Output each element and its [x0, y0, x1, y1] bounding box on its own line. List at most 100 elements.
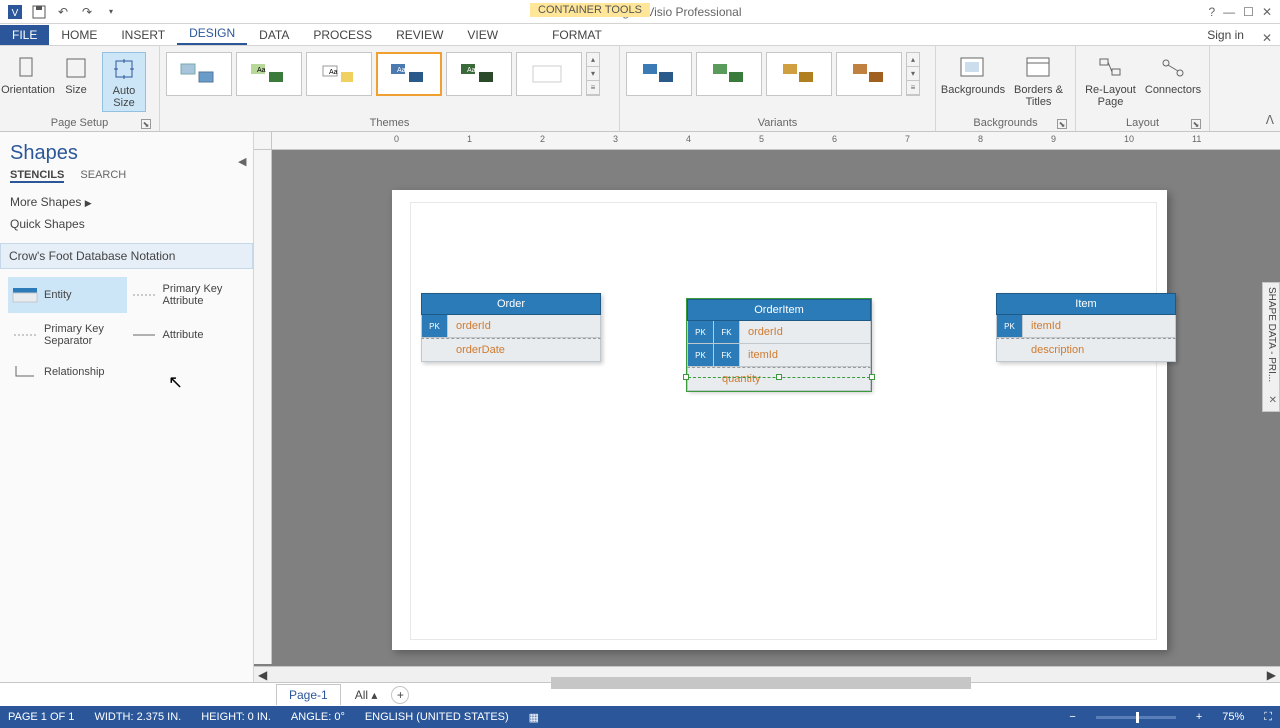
ribbon-tabs: FILE HOME INSERT DESIGN DATA PROCESS REV…	[0, 24, 1280, 46]
entity-attribute: orderDate	[422, 339, 600, 361]
borders-titles-button[interactable]: Borders & Titles	[1008, 52, 1069, 110]
more-shapes-link[interactable]: More Shapes ▶	[10, 191, 243, 213]
collapse-ribbon-icon[interactable]: ᐱ	[1266, 113, 1274, 127]
entity-attribute: orderId	[740, 321, 870, 343]
qat-dropdown-icon[interactable]: ▾	[100, 2, 122, 22]
themes-gallery[interactable]: Aa Aa Aa Aa ▴▾≡	[166, 52, 600, 96]
add-page-icon[interactable]: +	[391, 686, 409, 704]
stencil-attribute[interactable]: Attribute	[127, 317, 246, 353]
stencil-category[interactable]: Crow's Foot Database Notation	[0, 243, 253, 269]
backgrounds-launcher[interactable]: ⬊	[1057, 119, 1067, 129]
entity-title: Order	[421, 293, 601, 315]
window-title: Drawing1 - Visio Professional	[126, 5, 1200, 19]
entity-attribute: description	[997, 339, 1175, 361]
theme-thumb-selected[interactable]: Aa	[376, 52, 442, 96]
svg-text:Aa: Aa	[329, 69, 338, 76]
quick-shapes-link[interactable]: Quick Shapes	[10, 213, 243, 235]
auto-size-button[interactable]: Auto Size	[102, 52, 146, 112]
variant-thumb[interactable]	[696, 52, 762, 96]
zoom-slider[interactable]	[1096, 716, 1176, 719]
variants-scroll[interactable]: ▴▾≡	[906, 52, 920, 96]
stencil-entity[interactable]: Entity	[8, 277, 127, 313]
status-bar: PAGE 1 OF 1 WIDTH: 2.375 IN. HEIGHT: 0 I…	[0, 706, 1280, 728]
sign-in-link[interactable]: Sign in	[1197, 25, 1254, 45]
contextual-tab-label: CONTAINER TOOLS	[530, 3, 650, 17]
variants-gallery[interactable]: ▴▾≡	[626, 52, 920, 96]
horizontal-scrollbar[interactable]: ◀ ▶	[254, 666, 1280, 682]
svg-text:V: V	[12, 8, 19, 19]
close-window-icon[interactable]: ✕	[1262, 5, 1272, 19]
theme-thumb[interactable]: Aa	[446, 52, 512, 96]
tab-design[interactable]: DESIGN	[177, 23, 247, 45]
minimize-icon[interactable]: —	[1223, 5, 1235, 19]
theme-thumb[interactable]: Aa	[236, 52, 302, 96]
shape-data-close-icon[interactable]: ✕	[1269, 395, 1277, 406]
status-height: HEIGHT: 0 IN.	[201, 711, 271, 723]
zoom-level[interactable]: 75%	[1222, 711, 1244, 723]
stencil-relationship[interactable]: Relationship	[8, 357, 127, 387]
tab-home[interactable]: HOME	[49, 25, 109, 45]
page-tab-all[interactable]: All ▴	[355, 688, 378, 702]
save-icon[interactable]	[28, 2, 50, 22]
search-tab[interactable]: SEARCH	[80, 169, 126, 183]
tab-review[interactable]: REVIEW	[384, 25, 455, 45]
tab-file[interactable]: FILE	[0, 25, 49, 45]
drawing-page[interactable]: Order PKorderId orderDate OrderItem PKFK…	[392, 190, 1167, 650]
visio-icon[interactable]: V	[4, 2, 26, 22]
connectors-button[interactable]: Connectors	[1143, 52, 1203, 98]
variant-thumb[interactable]	[836, 52, 902, 96]
stencil-pk-attribute[interactable]: Primary Key Attribute	[127, 277, 246, 313]
stencil-pk-separator[interactable]: Primary Key Separator	[8, 317, 127, 353]
layout-launcher[interactable]: ⬊	[1191, 119, 1201, 129]
variant-thumb[interactable]	[626, 52, 692, 96]
zoom-in-icon[interactable]: +	[1196, 711, 1202, 723]
canvas[interactable]: 012 345 678 91011 Order PKorderId orderD…	[254, 132, 1280, 682]
themes-label: Themes	[370, 117, 410, 129]
svg-text:Aa: Aa	[467, 67, 476, 74]
relayout-button[interactable]: Re-Layout Page	[1082, 52, 1139, 110]
entity-attribute: itemId	[1023, 315, 1175, 337]
variant-thumb[interactable]	[766, 52, 832, 96]
ribbon-close-icon[interactable]: ✕	[1254, 31, 1280, 45]
page-tab-1[interactable]: Page-1	[276, 684, 341, 705]
page-setup-launcher[interactable]: ⬊	[141, 119, 151, 129]
entity-attribute: itemId	[740, 344, 870, 366]
fk-badge: FK	[714, 321, 740, 343]
shapes-pane-collapse-icon[interactable]: ◀	[238, 155, 246, 168]
entity-attribute: orderId	[448, 315, 600, 337]
entity-orderitem[interactable]: OrderItem PKFKorderId PKFKitemId quantit…	[687, 299, 871, 391]
shapes-title: Shapes	[0, 132, 253, 169]
undo-icon[interactable]: ↶	[52, 2, 74, 22]
theme-thumb[interactable]: Aa	[306, 52, 372, 96]
help-icon[interactable]: ?	[1208, 5, 1215, 19]
status-language[interactable]: ENGLISH (UNITED STATES)	[365, 711, 509, 723]
shapes-pane: Shapes STENCILS SEARCH More Shapes ▶ Qui…	[0, 132, 254, 682]
backgrounds-label: Backgrounds	[973, 117, 1037, 129]
tab-process[interactable]: PROCESS	[301, 25, 384, 45]
status-angle: ANGLE: 0°	[291, 711, 345, 723]
maximize-icon[interactable]: ☐	[1243, 5, 1254, 19]
vertical-ruler	[254, 150, 272, 664]
size-button[interactable]: Size	[54, 52, 98, 98]
macro-record-icon[interactable]: ▦	[529, 711, 539, 724]
quick-access-toolbar: V ↶ ↷ ▾	[0, 2, 126, 22]
pk-badge: PK	[688, 344, 714, 366]
theme-thumb[interactable]	[516, 52, 582, 96]
orientation-button[interactable]: Orientation	[6, 52, 50, 98]
redo-icon[interactable]: ↷	[76, 2, 98, 22]
theme-thumb[interactable]	[166, 52, 232, 96]
svg-text:Aa: Aa	[397, 67, 406, 74]
entity-order[interactable]: Order PKorderId orderDate	[421, 293, 601, 362]
shape-data-panel-tab[interactable]: SHAPE DATA - PRI... ✕	[1262, 282, 1280, 412]
zoom-out-icon[interactable]: −	[1069, 711, 1075, 723]
tab-view[interactable]: VIEW	[455, 25, 510, 45]
pk-badge: PK	[688, 321, 714, 343]
fit-page-icon[interactable]: ⛶	[1264, 711, 1272, 724]
tab-data[interactable]: DATA	[247, 25, 301, 45]
backgrounds-button[interactable]: Backgrounds	[942, 52, 1004, 98]
themes-scroll[interactable]: ▴▾≡	[586, 52, 600, 96]
tab-format[interactable]: FORMAT	[540, 25, 614, 45]
entity-item[interactable]: Item PKitemId description	[996, 293, 1176, 362]
tab-insert[interactable]: INSERT	[109, 25, 177, 45]
stencils-tab[interactable]: STENCILS	[10, 169, 64, 183]
